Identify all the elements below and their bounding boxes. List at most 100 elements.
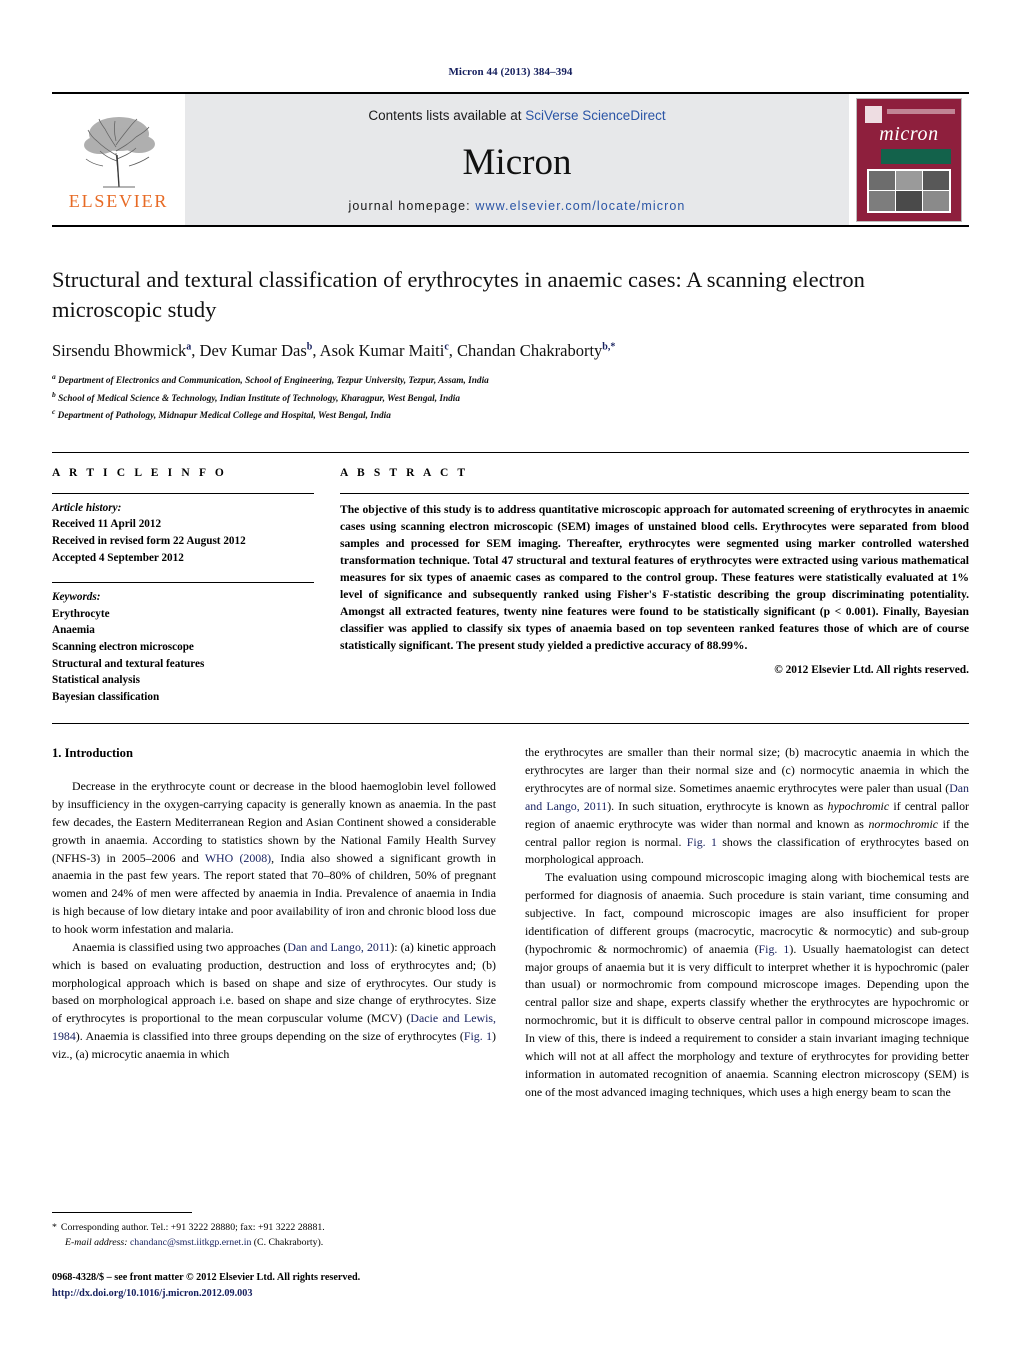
corresponding-author-text: Corresponding author. Tel.: +91 3222 288… <box>60 1222 325 1234</box>
cover-micrograph-cell <box>896 170 922 190</box>
cover-micrograph-cell <box>869 191 895 211</box>
cover-image: micron <box>856 97 962 222</box>
keywords-label: Keywords: <box>52 591 101 604</box>
copyright-line: © 2012 Elsevier Ltd. All rights reserved… <box>774 664 969 677</box>
sciencedirect-link[interactable]: SciVerse ScienceDirect <box>525 108 665 123</box>
keyword-item: Scanning electron microscope <box>52 640 194 653</box>
doi-link[interactable]: http://dx.doi.org/10.1016/j.micron.2012.… <box>52 1286 482 1301</box>
elsevier-logo: ELSEVIER <box>52 94 185 225</box>
figure-link[interactable]: Fig. 1 <box>464 1029 492 1043</box>
paragraph-text: the erythrocytes are smaller than their … <box>525 745 969 795</box>
affiliation-marker: c <box>52 407 56 417</box>
affiliation-marker: b <box>306 341 313 353</box>
body-column-left: 1. Introduction Decrease in the erythroc… <box>52 744 496 1101</box>
body-column-right: the erythrocytes are smaller than their … <box>525 744 969 1101</box>
journal-masthead: ELSEVIER Contents lists available at Sci… <box>52 92 969 225</box>
paragraph-text: ). In such situation, erythrocyte is kno… <box>607 798 828 813</box>
author-name: Asok Kumar Maiti <box>319 341 445 361</box>
article-info-column: A R T I C L E I N F O Article history: R… <box>52 467 314 705</box>
affiliation-marker: b <box>52 389 56 399</box>
affiliation-marker: a <box>186 341 192 353</box>
author-list: Sirsendu Bhowmicka, Dev Kumar Dasb, Asok… <box>52 341 616 361</box>
email-owner: (C. Chakraborty). <box>253 1236 324 1248</box>
article-history-group: Article history: Received 11 April 2012 … <box>52 500 314 566</box>
keyword-item: Statistical analysis <box>52 674 140 687</box>
email-line: E-mail address: chandanc@smst.iitkgp.ern… <box>52 1236 482 1251</box>
affiliation-item: b School of Medical Science & Technology… <box>52 389 969 407</box>
body-top-rule <box>52 723 969 725</box>
elsevier-tree-icon <box>72 111 165 189</box>
affiliation-item: c Department of Pathology, Midnapur Medi… <box>52 406 969 424</box>
keyword-item: Erythrocyte <box>52 607 110 620</box>
cover-micrograph-grid <box>867 168 951 213</box>
article-history-item: Received 11 April 2012 <box>52 518 162 531</box>
article-info-rule <box>52 492 314 494</box>
keywords-rule <box>52 582 314 584</box>
cover-journal-title: micron <box>879 122 939 145</box>
cover-micrograph-cell <box>923 170 949 190</box>
paragraph-text: Anaemia is classified using two approach… <box>72 939 288 954</box>
affiliation-text: School of Medical Science & Technology, … <box>58 393 461 404</box>
affiliation-text: Department of Electronics and Communicat… <box>58 376 489 387</box>
affiliation-marker: a <box>52 372 56 382</box>
cover-elsevier-mark-icon <box>865 105 882 123</box>
page-title: Structural and textural classification o… <box>52 267 865 322</box>
keyword-item: Anaemia <box>52 624 95 637</box>
footnote-region: * Corresponding author. Tel.: +91 3222 28… <box>52 1212 482 1301</box>
article-history-item: Accepted 4 September 2012 <box>52 551 184 564</box>
keywords-group: Keywords: Erythrocyte Anaemia Scanning e… <box>52 582 314 705</box>
keyword-item: Bayesian classification <box>52 690 160 703</box>
paragraph: Anaemia is classified using two approach… <box>52 939 496 1064</box>
frontmatter-block: 0968-4328/$ – see front matter © 2012 El… <box>52 1270 482 1301</box>
elsevier-wordmark: ELSEVIER <box>68 191 169 211</box>
footnote-star-marker: * <box>52 1222 57 1234</box>
paragraph: Decrease in the erythrocyte count or dec… <box>52 778 496 939</box>
journal-homepage-line: journal homepage: www.elsevier.com/locat… <box>349 199 686 213</box>
journal-cover-thumbnail: micron <box>849 94 969 225</box>
cover-micrograph-cell <box>896 191 922 211</box>
keywords-list: Keywords: Erythrocyte Anaemia Scanning e… <box>52 589 314 705</box>
email-label: E-mail address: <box>65 1236 128 1248</box>
footnote-rule <box>52 1212 192 1214</box>
paragraph: the erythrocytes are smaller than their … <box>525 744 969 869</box>
abstract-text: The objective of this study is to addres… <box>340 502 969 653</box>
article-page: Micron 44 (2013) 384–394 ELSEVIER Conten… <box>0 0 1021 1351</box>
keyword-item: Structural and textural features <box>52 657 205 670</box>
paragraph-text: ). Usually haematologist can detect majo… <box>525 941 969 1099</box>
author-name: Dev Kumar Das <box>199 341 307 361</box>
citation-link[interactable]: Dan and Lango, 2011 <box>287 940 390 954</box>
abstract-heading: A B S T R A C T <box>340 466 469 479</box>
article-history-item: Received in revised form 22 August 2012 <box>52 535 246 548</box>
citation-link[interactable]: WHO (2008) <box>205 851 271 865</box>
contents-prefix: Contents lists available at <box>368 108 526 123</box>
title-block: Structural and textural classification o… <box>52 265 969 424</box>
running-head: Micron 44 (2013) 384–394 <box>448 66 573 78</box>
figure-link[interactable]: Fig. 1 <box>687 835 717 849</box>
paragraph-text: ). Anaemia is classified into three grou… <box>75 1029 464 1044</box>
info-abstract-region: A R T I C L E I N F O Article history: R… <box>52 451 969 705</box>
issn-frontmatter: 0968-4328/$ – see front matter © 2012 El… <box>52 1272 361 1284</box>
cover-top-rule <box>887 108 955 114</box>
corresponding-author-note: * Corresponding author. Tel.: +91 3222 28… <box>52 1221 482 1250</box>
body-columns: 1. Introduction Decrease in the erythroc… <box>52 744 969 1101</box>
affiliation-marker: c <box>444 341 449 353</box>
masthead-center: Contents lists available at SciVerse Sci… <box>185 94 849 225</box>
author-name: Chandan Chakraborty <box>457 341 603 361</box>
paragraph: The evaluation using compound microscopi… <box>525 869 969 1101</box>
contents-available-line: Contents lists available at SciVerse Sci… <box>368 108 665 123</box>
section-heading-introduction: 1. Introduction <box>52 746 133 761</box>
cover-green-bar <box>881 148 951 164</box>
author-name: Sirsendu Bhowmick <box>52 341 187 361</box>
cover-micrograph-cell <box>923 191 949 211</box>
affiliation-item: a Department of Electronics and Communic… <box>52 371 969 389</box>
article-history-label: Article history: <box>52 501 122 514</box>
masthead-bottom-rule <box>52 225 969 227</box>
affiliation-list: a Department of Electronics and Communic… <box>52 371 969 424</box>
abstract-rule <box>340 492 969 494</box>
cover-micrograph-cell <box>869 170 895 190</box>
figure-link[interactable]: Fig. 1 <box>759 942 790 956</box>
affiliation-marker: b,* <box>602 341 616 353</box>
journal-title: Micron <box>462 141 572 183</box>
journal-homepage-link[interactable]: www.elsevier.com/locate/micron <box>475 199 685 213</box>
email-link[interactable]: chandanc@smst.iitkgp.ernet.in <box>130 1237 251 1248</box>
